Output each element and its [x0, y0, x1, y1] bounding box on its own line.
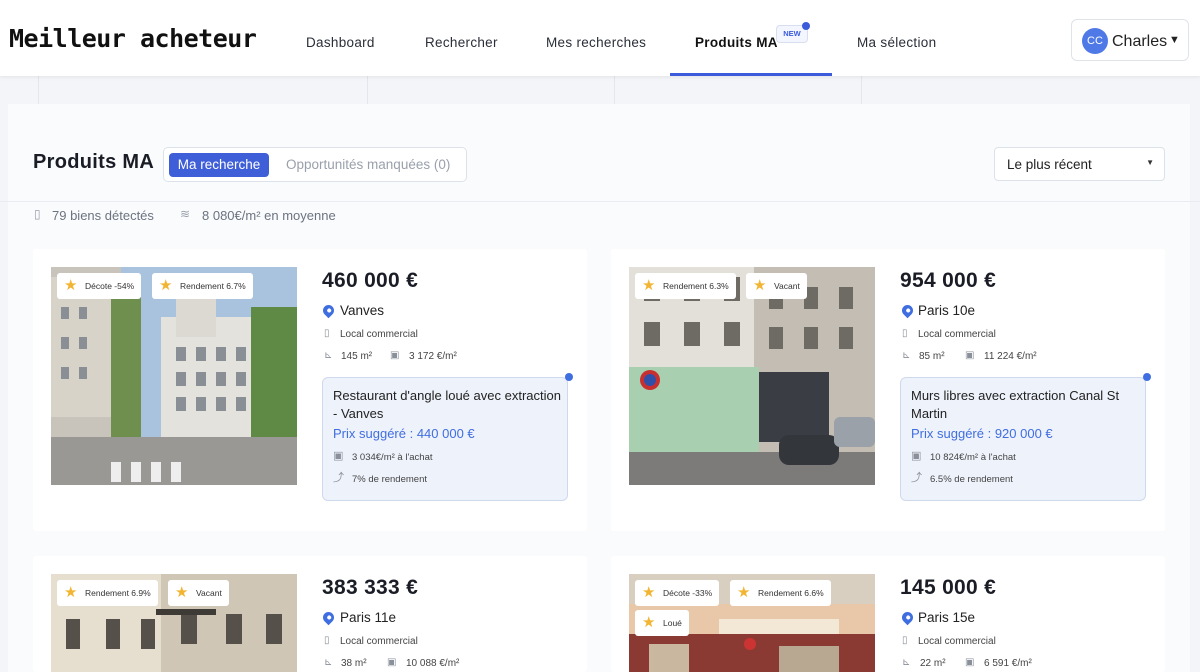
status-dot: [1143, 373, 1151, 381]
star-icon: ★: [175, 584, 189, 601]
surface-icon: ⊾: [902, 350, 911, 361]
listing-price: 954 000 €: [900, 269, 997, 292]
stat-count: 79 biens détectés: [52, 208, 154, 223]
tag-rendement: ★ Rendement 6.6%: [730, 580, 831, 606]
suggestion-title: Restaurant d'angle loué avec extraction …: [333, 388, 561, 421]
active-nav-indicator: [670, 73, 832, 76]
surface-icon: ⊾: [902, 657, 911, 668]
tag-vacant: ★ Vacant: [746, 273, 807, 299]
notification-dot: [802, 22, 810, 30]
listing-photo[interactable]: [629, 267, 875, 485]
divider: [38, 76, 39, 104]
top-navigation-bar: Meilleur acheteur Dashboard Rechercher M…: [0, 0, 1200, 76]
money-icon: ▣: [387, 657, 397, 668]
suggested-price: Prix suggéré : 440 000 €: [333, 426, 475, 441]
listing-surface: 38 m²: [341, 658, 367, 669]
listing-price: 383 333 €: [322, 576, 419, 599]
listing-surface: 145 m²: [341, 351, 373, 362]
star-icon: ★: [64, 277, 78, 294]
listing-price-m2: 11 224 €/m²: [984, 351, 1037, 362]
sort-select[interactable]: Le plus récent ▼: [994, 147, 1165, 181]
divider: [614, 76, 615, 104]
app-logo[interactable]: Meilleur acheteur: [9, 24, 257, 53]
listing-price-m2: 10 088 €/m²: [406, 658, 460, 669]
divider: [367, 76, 368, 104]
listing-surface: 22 m²: [920, 658, 946, 669]
layers-icon: ≋: [180, 207, 191, 221]
divider: [0, 201, 1200, 202]
money-icon: ▣: [390, 350, 400, 361]
tag-vacant: ★ Vacant: [168, 580, 229, 606]
building-icon: ▯: [324, 328, 330, 339]
avatar: CC: [1082, 28, 1108, 54]
tab-opportunites-manquees[interactable]: Opportunités manquées (0): [286, 157, 450, 172]
listing-photo[interactable]: [51, 267, 297, 485]
yield-value: 6.5% de rendement: [930, 474, 1013, 485]
star-icon: ★: [642, 584, 656, 601]
sort-value: Le plus récent: [1007, 157, 1092, 172]
tag-rendement: ★ Rendement 6.9%: [57, 580, 158, 606]
nav-ma-selection[interactable]: Ma sélection: [857, 35, 936, 50]
star-icon: ★: [642, 614, 656, 631]
star-icon: ★: [737, 584, 751, 601]
status-dot: [565, 373, 573, 381]
star-icon: ★: [642, 277, 656, 294]
tab-group: Ma recherche Opportunités manquées (0): [163, 147, 467, 182]
suggestion-box: Murs libres avec extraction Canal St Mar…: [900, 377, 1146, 501]
yield-value: 7% de rendement: [352, 474, 427, 485]
tag-rendement: ★ Rendement 6.3%: [635, 273, 736, 299]
money-icon: ▣: [965, 657, 975, 668]
listing-type: Local commercial: [918, 636, 996, 647]
building-icon: ▯: [324, 635, 330, 646]
listing-surface: 85 m²: [919, 351, 945, 362]
building-icon: ▯: [902, 328, 908, 339]
page-title: Produits MA: [33, 151, 155, 173]
listing-city: Paris 11e: [340, 610, 397, 625]
nav-produits-ma[interactable]: Produits MA: [695, 35, 778, 50]
user-menu[interactable]: CC Charles ▼: [1071, 19, 1189, 61]
suggestion-box: Restaurant d'angle loué avec extraction …: [322, 377, 568, 501]
nav-mes-recherches[interactable]: Mes recherches: [546, 35, 646, 50]
stat-average: 8 080€/m² en moyenne: [202, 208, 336, 223]
star-icon: ★: [753, 277, 767, 294]
building-icon: ▯: [902, 635, 908, 646]
tag-decote: ★ Décote -33%: [635, 580, 720, 606]
building-icon: ▯: [34, 207, 41, 221]
surface-icon: ⊾: [324, 350, 333, 361]
tag-rendement: ★ Rendement 6.7%: [152, 273, 253, 299]
star-icon: ★: [64, 584, 78, 601]
listing-price: 145 000 €: [900, 576, 997, 599]
money-icon: ▣: [911, 450, 922, 462]
listing-price: 460 000 €: [322, 269, 419, 292]
listing-city: Paris 15e: [918, 610, 976, 625]
user-name: Charles: [1112, 33, 1168, 50]
chevron-down-icon: ▼: [1146, 158, 1154, 167]
money-icon: ▣: [965, 350, 975, 361]
divider: [861, 76, 862, 104]
tag-decote: ★ Décote -54%: [57, 273, 142, 299]
listing-city: Vanves: [340, 303, 385, 318]
nav-rechercher[interactable]: Rechercher: [425, 35, 498, 50]
listing-type: Local commercial: [918, 329, 996, 340]
yield-icon: ⤴: [911, 472, 922, 484]
suggested-price: Prix suggéré : 920 000 €: [911, 426, 1053, 441]
caret-down-icon: ▼: [1169, 34, 1180, 46]
buy-price-m2: 3 034€/m² à l'achat: [352, 452, 433, 463]
tag-loue: ★ Loué: [635, 610, 689, 636]
suggestion-title: Murs libres avec extraction Canal St Mar…: [911, 388, 1120, 421]
listing-price-m2: 6 591 €/m²: [984, 658, 1032, 669]
nav-dashboard[interactable]: Dashboard: [306, 35, 375, 50]
listing-type: Local commercial: [340, 636, 418, 647]
money-icon: ▣: [333, 450, 344, 462]
yield-icon: ⤴: [333, 472, 344, 484]
star-icon: ★: [159, 277, 173, 294]
listing-city: Paris 10e: [918, 303, 976, 318]
listing-price-m2: 3 172 €/m²: [409, 351, 457, 362]
listing-type: Local commercial: [340, 329, 418, 340]
buy-price-m2: 10 824€/m² à l'achat: [930, 452, 1016, 463]
tab-ma-recherche[interactable]: Ma recherche: [169, 153, 269, 177]
surface-icon: ⊾: [324, 657, 333, 668]
